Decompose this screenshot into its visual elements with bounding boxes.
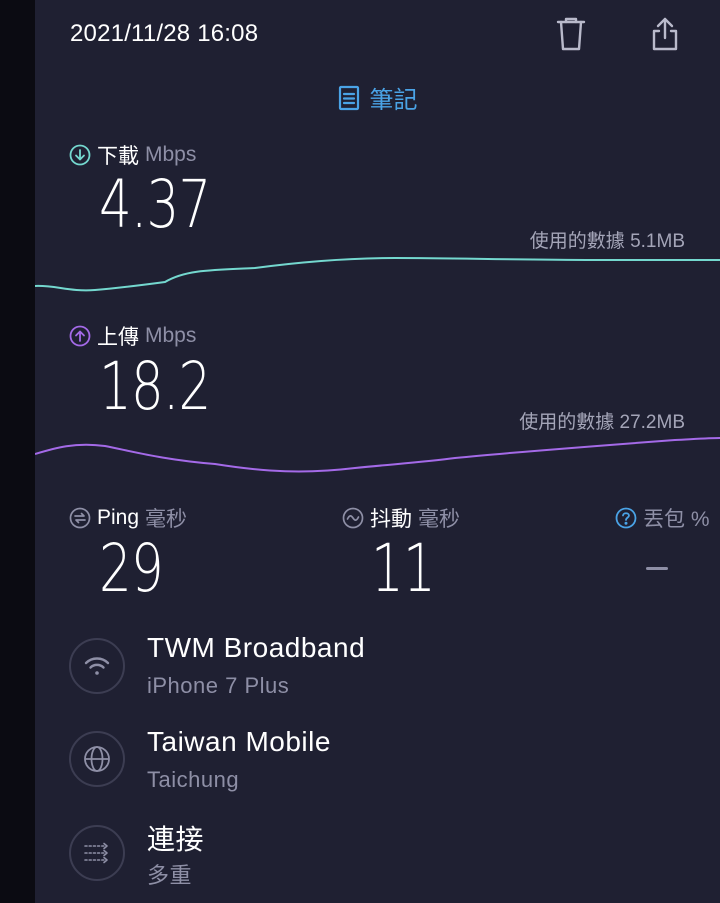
globe-icon-ring	[69, 731, 125, 787]
jitter-icon	[342, 507, 364, 529]
jitter-title: 抖動	[370, 508, 412, 531]
upload-speed: 18.2	[99, 348, 211, 425]
device-name: iPhone 7 Plus	[147, 673, 290, 698]
ping-title: Ping	[97, 506, 140, 529]
wifi-icon	[84, 657, 110, 675]
download-graph	[35, 256, 720, 292]
packet-loss-title: 丟包 %	[643, 508, 710, 531]
wifi-icon-ring	[69, 638, 125, 694]
connections-mode: 多重	[147, 863, 193, 888]
notes-label: 筆記	[369, 87, 418, 114]
help-icon[interactable]	[615, 507, 637, 529]
download-unit: Mbps	[145, 143, 197, 166]
notes-icon	[338, 85, 359, 110]
jitter-unit: 毫秒	[418, 508, 460, 531]
upload-title: 上傳	[97, 326, 139, 349]
upload-arrow-icon	[69, 325, 91, 347]
connections-icon-ring	[69, 825, 125, 881]
connections-title: 連接	[147, 824, 205, 855]
globe-icon	[84, 746, 110, 772]
delete-button[interactable]	[553, 14, 589, 54]
ping-icon	[69, 507, 91, 529]
left-edge	[0, 0, 35, 903]
upload-graph-line	[35, 437, 720, 473]
result-panel: 2021/11/28 16:08 筆記 下載 Mbps 4.37 使用的數據 5…	[35, 0, 720, 903]
share-icon	[652, 17, 678, 51]
isp-name: TWM Broadband	[147, 632, 366, 663]
trash-icon	[556, 17, 586, 51]
test-datetime: 2021/11/28 16:08	[70, 20, 259, 47]
server-name: Taiwan Mobile	[147, 726, 331, 757]
upload-unit: Mbps	[145, 324, 197, 347]
ping-label: Ping 毫秒	[69, 503, 187, 533]
connections-icon	[84, 842, 108, 864]
download-speed: 4.37	[99, 166, 211, 243]
download-arrow-icon	[69, 144, 91, 166]
upload-label: 上傳 Mbps	[69, 321, 196, 351]
ping-unit: 毫秒	[145, 508, 188, 531]
jitter-label: 抖動 毫秒	[342, 503, 460, 533]
ping-value: 29	[99, 530, 164, 607]
upload-graph	[35, 437, 720, 473]
download-graph-line	[35, 256, 720, 292]
share-button[interactable]	[647, 14, 683, 54]
server-location: Taichung	[147, 767, 240, 792]
packet-loss-value	[646, 567, 668, 570]
jitter-value: 11	[371, 530, 436, 607]
notes-button[interactable]: 筆記	[35, 80, 720, 115]
packet-loss-label[interactable]: 丟包 %	[615, 503, 710, 533]
